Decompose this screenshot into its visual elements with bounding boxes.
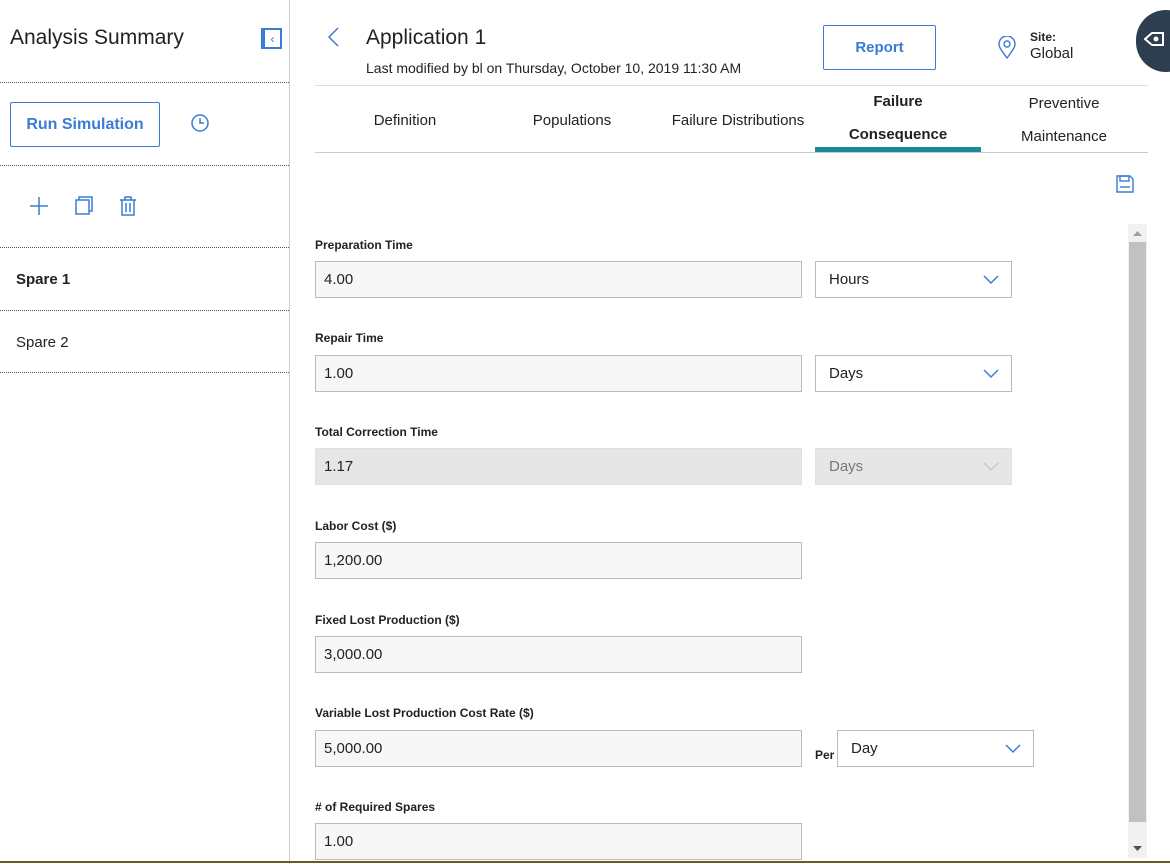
- tab-failure-consequence[interactable]: Failure Consequence: [815, 88, 981, 152]
- repair-time-input[interactable]: 1.00: [315, 355, 802, 392]
- select-value: Days: [829, 365, 864, 382]
- page-title: Application 1: [366, 26, 487, 49]
- tab-label: Failure Consequence: [848, 92, 948, 143]
- report-button[interactable]: Report: [823, 25, 936, 70]
- fixed-lost-production-input[interactable]: 3,000.00: [315, 636, 802, 673]
- preparation-time-unit-select[interactable]: Hours: [815, 261, 1012, 298]
- select-value: Days: [829, 458, 864, 475]
- tabs-top-border: [315, 85, 1148, 86]
- labor-cost-input[interactable]: 1,200.00: [315, 542, 802, 579]
- copy-icon[interactable]: [73, 195, 95, 217]
- corner-menu-button[interactable]: [1136, 10, 1170, 72]
- chevron-left-icon: ‹: [270, 31, 275, 46]
- sidebar-item-spare-2[interactable]: Spare 2: [16, 334, 69, 351]
- location-pin-icon: [998, 36, 1016, 60]
- tab-label: Populations: [532, 111, 612, 129]
- scroll-down-arrow-icon[interactable]: [1128, 840, 1147, 856]
- tab-preventive-maintenance[interactable]: Preventive Maintenance: [981, 88, 1147, 152]
- run-simulation-button[interactable]: Run Simulation: [10, 102, 160, 147]
- site-value: Global: [1030, 45, 1074, 62]
- chevron-down-icon: [983, 275, 999, 285]
- divider: [0, 372, 289, 373]
- total-correction-time-unit-select: Days: [815, 448, 1012, 485]
- per-label: Per: [815, 748, 835, 762]
- chevron-down-icon: [1005, 744, 1021, 754]
- chevron-down-icon: [983, 462, 999, 472]
- variable-lost-production-label: Variable Lost Production Cost Rate ($): [315, 706, 534, 720]
- save-icon[interactable]: [1116, 175, 1134, 193]
- required-spares-label: # of Required Spares: [315, 800, 436, 814]
- tab-definition[interactable]: Definition: [322, 88, 488, 152]
- labor-cost-label: Labor Cost ($): [315, 519, 397, 533]
- select-value: Day: [851, 740, 878, 757]
- total-correction-time-input: 1.17: [315, 448, 802, 485]
- divider: [0, 165, 289, 166]
- divider: [0, 247, 289, 248]
- tab-failure-distributions[interactable]: Failure Distributions: [655, 88, 821, 152]
- total-correction-time-label: Total Correction Time: [315, 425, 438, 439]
- sidebar-item-spare-1[interactable]: Spare 1: [16, 271, 70, 288]
- tab-label: Failure Distributions: [671, 111, 805, 129]
- tabs-bottom-border: [315, 152, 1148, 153]
- required-spares-input[interactable]: 1.00: [315, 823, 802, 860]
- tab-populations[interactable]: Populations: [489, 88, 655, 152]
- add-icon[interactable]: [28, 195, 50, 217]
- preparation-time-input[interactable]: 4.00: [315, 261, 802, 298]
- back-chevron-icon[interactable]: [324, 26, 344, 48]
- site-label: Site:: [1030, 30, 1057, 44]
- variable-lost-production-input[interactable]: 5,000.00: [315, 730, 802, 767]
- repair-time-unit-select[interactable]: Days: [815, 355, 1012, 392]
- tab-label: Preventive Maintenance: [1021, 95, 1107, 145]
- window-bottom-border: [0, 861, 1170, 863]
- last-modified-text: Last modified by bl on Thursday, October…: [366, 60, 742, 76]
- variable-lost-production-unit-select[interactable]: Day: [837, 730, 1034, 767]
- divider: [0, 82, 289, 83]
- tab-label: Definition: [373, 111, 437, 129]
- history-clock-icon[interactable]: [190, 113, 210, 133]
- sidebar-title: Analysis Summary: [10, 26, 184, 49]
- left-sidebar: Analysis Summary ‹ Run Simulation Spare …: [0, 0, 290, 864]
- collapse-sidebar-button[interactable]: ‹: [261, 28, 282, 49]
- repair-time-label: Repair Time: [315, 331, 384, 345]
- fixed-lost-production-label: Fixed Lost Production ($): [315, 613, 460, 627]
- scrollbar-thumb[interactable]: [1129, 242, 1146, 822]
- chevron-down-icon: [983, 369, 999, 379]
- trash-icon[interactable]: [117, 195, 139, 217]
- eye-icon: [1144, 32, 1164, 46]
- preparation-time-label: Preparation Time: [315, 238, 413, 252]
- divider: [0, 310, 289, 311]
- select-value: Hours: [829, 271, 870, 288]
- scroll-up-arrow-icon[interactable]: [1128, 226, 1147, 242]
